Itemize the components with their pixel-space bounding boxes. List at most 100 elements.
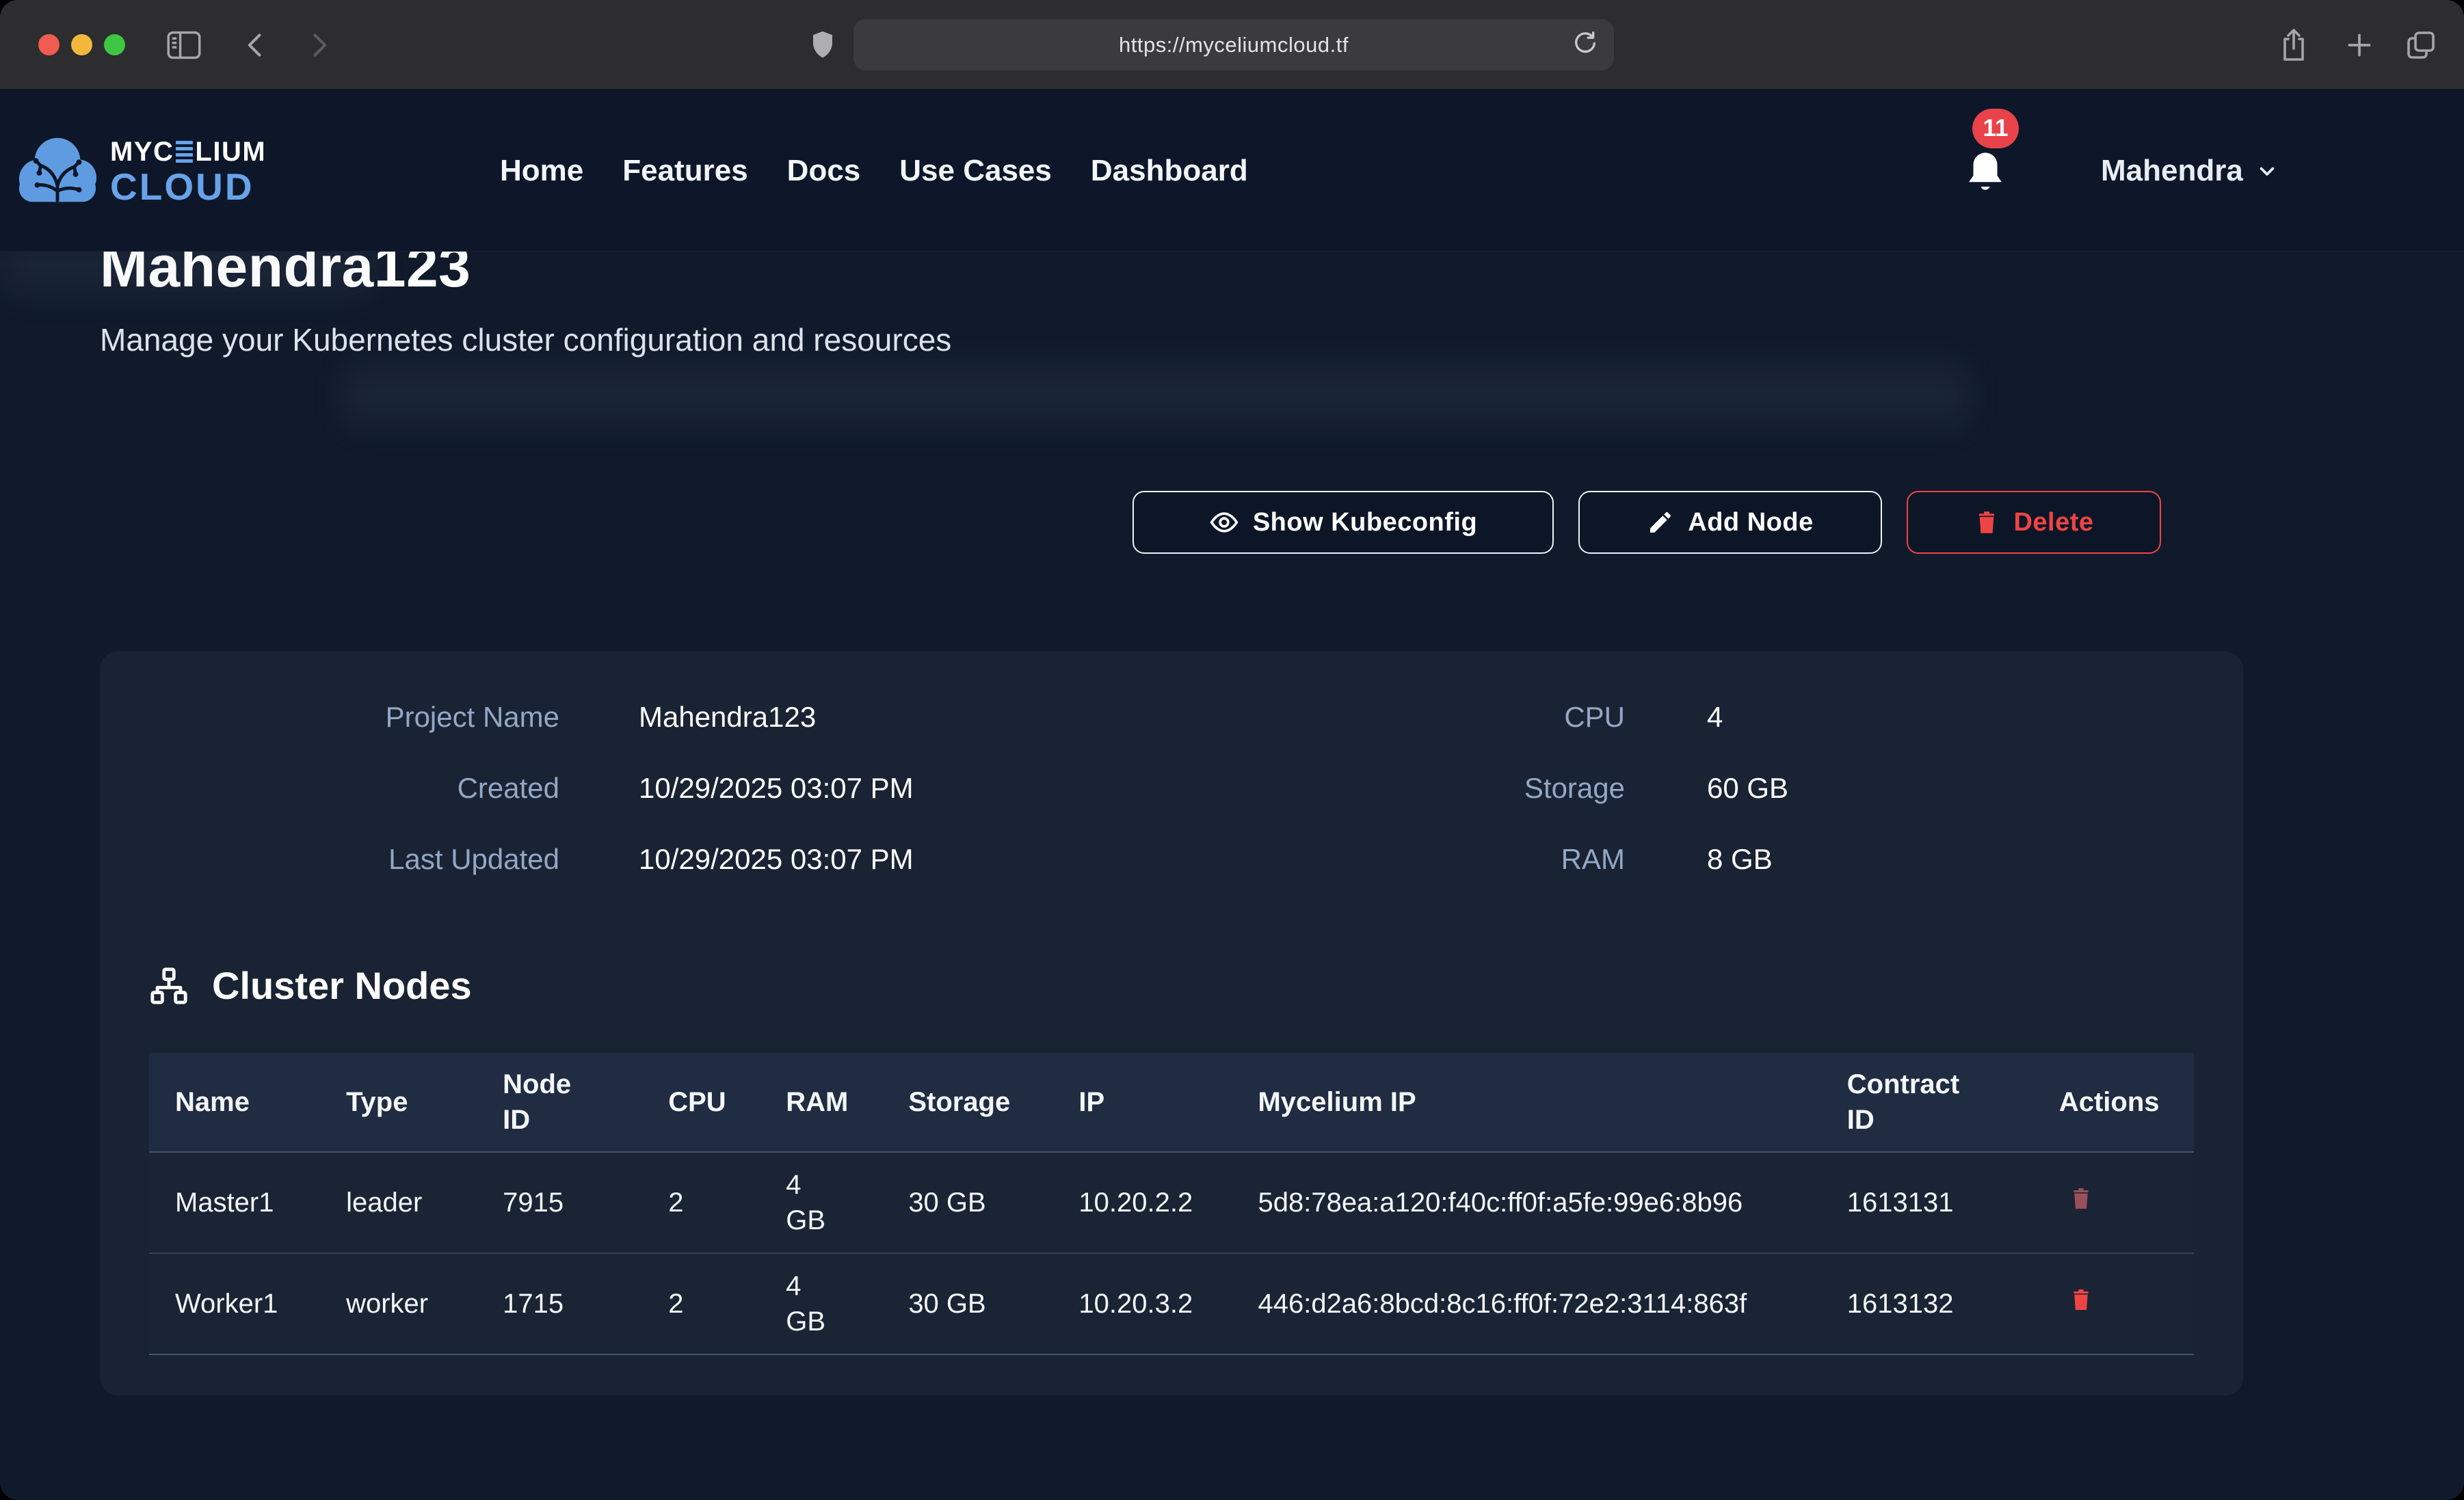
col-header-node-id: Node ID [477,1053,642,1152]
storage-value: 60 GB [1707,771,1788,806]
cpu-row: CPU 4 [1216,699,2194,735]
last-updated-label: Last Updated [149,842,559,877]
new-tab-icon[interactable] [2344,0,2374,90]
cluster-panel: Project Name Mahendra123 Created 10/29/2… [100,652,2243,1395]
storage-label: Storage [1216,771,1625,806]
cell-mycelium-ip: 5d8:78ea:a120:f40c:ff0f:a5fe:99e6:8b96 [1232,1152,1820,1253]
eye-icon [1209,507,1239,537]
cpu-value: 4 [1707,699,1723,735]
cell-ram: 4 GB [760,1253,882,1354]
logo-cloud: CLOUD [110,168,266,206]
show-kubeconfig-button[interactable]: Show Kubeconfig [1132,491,1554,554]
sidebar-toggle-icon[interactable] [166,0,202,90]
table-header-row: Name Type Node ID CPU RAM Storage IP Myc… [149,1053,2194,1152]
cell-name: Master1 [149,1152,320,1253]
col-header-actions: Actions [2033,1053,2194,1152]
reload-icon[interactable] [1572,29,1599,60]
address-bar[interactable]: https://myceliumcloud.tf [853,19,1614,70]
cell-ip: 10.20.2.2 [1052,1152,1232,1253]
cell-actions [2033,1253,2194,1354]
mycelium-cloud-logo[interactable]: MYC LIUM CLOUD [16,129,266,215]
cell-cpu: 2 [642,1152,760,1253]
cell-node-id: 1715 [477,1253,642,1354]
ram-row: RAM 8 GB [1216,842,2194,877]
main-content: Mahendra123 Manage your Kubernetes clust… [0,232,2464,1395]
trash-icon [2069,1286,2093,1313]
close-window-button[interactable] [38,34,59,55]
network-icon [149,966,189,1006]
col-header-cpu: CPU [642,1053,760,1152]
add-node-label: Add Node [1688,508,1813,537]
cell-contract-id: 1613132 [1821,1253,2033,1354]
forward-button[interactable] [304,0,334,90]
user-menu[interactable]: Mahendra [2101,90,2279,252]
delete-label: Delete [2013,508,2093,537]
col-header-name: Name [149,1053,320,1152]
nav-links: Home Features Docs Use Cases Dashboard [500,90,1248,252]
blur-artifact [342,362,1970,428]
url-text: https://myceliumcloud.tf [1119,33,1349,57]
minimize-window-button[interactable] [71,34,92,55]
notification-badge: 11 [1972,109,2019,148]
nav-link-use-cases[interactable]: Use Cases [899,154,1052,188]
cell-name: Worker1 [149,1253,320,1354]
cluster-nodes-table: Name Type Node ID CPU RAM Storage IP Myc… [149,1053,2194,1355]
trash-icon [2069,1185,2093,1212]
share-icon[interactable] [2277,0,2310,90]
cell-ram: 4 GB [760,1152,882,1253]
back-button[interactable] [241,0,271,90]
nav-link-docs[interactable]: Docs [787,154,861,188]
table-row-worker1: Worker1 worker 1715 2 4 GB 30 GB 10.20.3… [149,1253,2194,1354]
col-header-ip: IP [1052,1053,1232,1152]
created-label: Created [149,771,559,806]
project-info-left: Project Name Mahendra123 Created 10/29/2… [149,699,1216,877]
ram-label: RAM [1216,842,1625,877]
project-name-value: Mahendra123 [639,699,816,735]
cell-contract-id: 1613131 [1821,1152,2033,1253]
cluster-actions-row: Show Kubeconfig Add Node Delete [100,491,2364,554]
last-updated-value: 10/29/2025 03:07 PM [639,842,914,877]
col-header-storage: Storage [882,1053,1052,1152]
cell-ip: 10.20.3.2 [1052,1253,1232,1354]
cell-storage: 30 GB [882,1152,1052,1253]
user-name: Mahendra [2101,154,2243,188]
logo-lium: LIUM [195,138,266,165]
nav-link-dashboard[interactable]: Dashboard [1091,154,1248,188]
col-header-ram: RAM [760,1053,882,1152]
cell-cpu: 2 [642,1253,760,1354]
delete-node-button[interactable] [2059,1185,2093,1214]
browser-window: https://myceliumcloud.tf [0,0,2464,1500]
page-subtitle: Manage your Kubernetes cluster configura… [100,321,2364,358]
delete-node-button[interactable] [2059,1286,2093,1315]
notifications-button[interactable]: 11 [1961,147,2043,229]
delete-cluster-button[interactable]: Delete [1907,491,2161,554]
cell-type: worker [320,1253,477,1354]
created-value: 10/29/2025 03:07 PM [639,771,914,806]
logo-text: MYC LIUM CLOUD [110,138,266,206]
tab-overview-icon[interactable] [2405,0,2437,90]
cluster-nodes-title: Cluster Nodes [212,963,472,1008]
chevron-down-icon [2255,159,2279,183]
site-navbar: MYC LIUM CLOUD Home Features Docs Use Cas… [0,90,2464,252]
zoom-window-button[interactable] [104,34,125,55]
table-row-master1: Master1 leader 7915 2 4 GB 30 GB 10.20.2… [149,1152,2194,1253]
cloud-logo-icon [16,129,99,215]
project-name-row: Project Name Mahendra123 [149,699,1216,735]
nav-link-features[interactable]: Features [622,154,747,188]
cell-actions [2033,1152,2194,1253]
project-info: Project Name Mahendra123 Created 10/29/2… [149,699,2194,877]
ram-value: 8 GB [1707,842,1773,877]
project-info-right: CPU 4 Storage 60 GB RAM 8 GB [1216,699,2194,877]
cluster-nodes-heading: Cluster Nodes [149,963,2194,1008]
logo-myc: MYC [110,138,174,165]
cell-node-id: 7915 [477,1152,642,1253]
privacy-shield-icon[interactable] [808,0,837,90]
add-node-button[interactable]: Add Node [1578,491,1882,554]
pencil-icon [1647,509,1674,536]
cell-mycelium-ip: 446:d2a6:8bcd:8c16:ff0f:72e2:3114:863f [1232,1253,1820,1354]
logo-e-bars [176,141,193,163]
col-header-mycelium-ip: Mycelium IP [1232,1053,1820,1152]
cpu-label: CPU [1216,699,1625,735]
nav-link-home[interactable]: Home [500,154,583,188]
project-name-label: Project Name [149,699,559,735]
